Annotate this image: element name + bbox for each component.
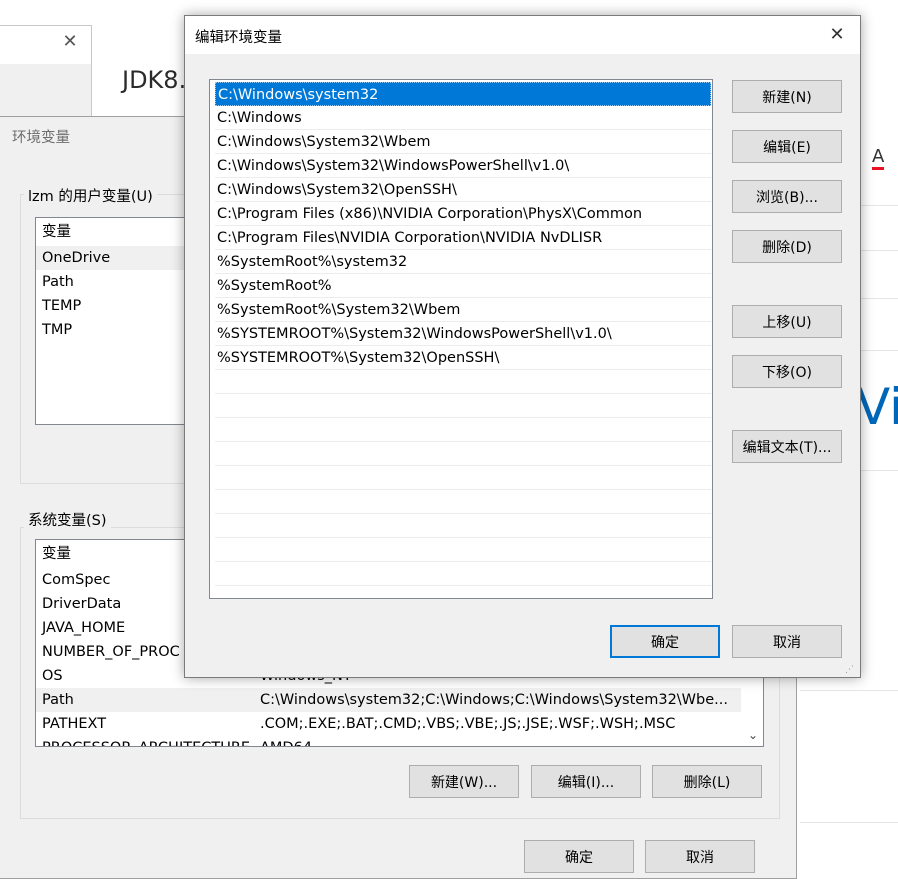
partial-dialog: ✕: [0, 25, 92, 126]
close-icon[interactable]: ✕: [825, 23, 849, 47]
title-bar: 编辑环境变量 ✕: [185, 16, 860, 54]
path-item[interactable]: %SYSTEMROOT%\System32\OpenSSH\: [215, 346, 711, 370]
move-up-button[interactable]: 上移(U): [732, 305, 842, 338]
table-row[interactable]: PATHEXT .COM;.EXE;.BAT;.CMD;.VBS;.VBE;.J…: [36, 712, 741, 736]
background-font-color-icon: A: [872, 147, 885, 170]
dialog-title: 环境变量: [12, 130, 70, 146]
table-row[interactable]: Path C:\Windows\system32;C:\Windows;C:\W…: [36, 688, 741, 712]
table-row[interactable]: TMP: [36, 318, 184, 342]
system-edit-button[interactable]: 编辑(I)...: [531, 765, 641, 798]
table-row[interactable]: OneDrive: [36, 246, 184, 270]
path-list[interactable]: C:\Windows\system32 C:\Windows C:\Windows\…: [209, 79, 713, 599]
user-vars-table[interactable]: 变量 OneDrive Path TEMP TMP: [35, 217, 185, 425]
resize-grip-icon[interactable]: ⋰: [845, 664, 857, 676]
path-item[interactable]: C:\Program Files (x86)\NVIDIA Corporatio…: [215, 202, 711, 226]
edit-path-button[interactable]: 编辑(E): [732, 130, 842, 163]
chevron-down-icon[interactable]: ⌄: [743, 726, 763, 746]
system-vars-label: 系统变量(S): [24, 509, 111, 530]
path-item[interactable]: C:\Windows\System32\OpenSSH\: [215, 178, 711, 202]
table-header[interactable]: 变量: [36, 220, 184, 244]
empty-path-slot[interactable]: [215, 466, 711, 490]
table-row[interactable]: Path: [36, 270, 184, 294]
path-item[interactable]: C:\Windows\system32: [215, 82, 711, 106]
background-title: JDK8.: [122, 66, 187, 94]
empty-path-slot[interactable]: [215, 514, 711, 538]
ok-button[interactable]: 确定: [610, 625, 720, 658]
path-item[interactable]: C:\Windows\System32\Wbem: [215, 130, 711, 154]
ok-button[interactable]: 确定: [524, 840, 634, 873]
edit-env-dialog: 编辑环境变量 ✕ C:\Windows\system32 C:\Windows C:…: [184, 15, 861, 678]
path-item[interactable]: C:\Program Files\NVIDIA Corporation\NVID…: [215, 226, 711, 250]
table-row[interactable]: PROCESSOR_ARCHITECTURE AMD64: [36, 736, 741, 746]
table-row[interactable]: TEMP: [36, 294, 184, 318]
path-item[interactable]: %SYSTEMROOT%\System32\WindowsPowerShell\…: [215, 322, 711, 346]
empty-path-slot[interactable]: [215, 538, 711, 562]
user-vars-label: lzm 的用户变量(U): [24, 185, 157, 206]
new-path-button[interactable]: 新建(N): [732, 80, 842, 113]
system-new-button[interactable]: 新建(W)...: [409, 765, 519, 798]
edit-text-button[interactable]: 编辑文本(T)...: [732, 430, 842, 463]
system-delete-button[interactable]: 删除(L): [652, 765, 762, 798]
dialog-title: 编辑环境变量: [195, 30, 282, 46]
empty-path-slot[interactable]: [215, 562, 711, 586]
path-item[interactable]: C:\Windows\System32\WindowsPowerShell\v1…: [215, 154, 711, 178]
move-down-button[interactable]: 下移(O): [732, 355, 842, 388]
path-item[interactable]: %SystemRoot%: [215, 274, 711, 298]
path-item[interactable]: %SystemRoot%\System32\Wbem: [215, 298, 711, 322]
empty-path-slot[interactable]: [215, 490, 711, 514]
browse-button[interactable]: 浏览(B)...: [732, 180, 842, 213]
delete-path-button[interactable]: 删除(D): [732, 230, 842, 263]
background-side-text: Vi: [856, 378, 898, 436]
cancel-button[interactable]: 取消: [645, 840, 755, 873]
cancel-button[interactable]: 取消: [732, 625, 842, 658]
path-item[interactable]: %SystemRoot%\system32: [215, 250, 711, 274]
empty-path-slot[interactable]: [215, 418, 711, 442]
empty-path-slot[interactable]: [215, 394, 711, 418]
close-icon[interactable]: ✕: [60, 32, 80, 52]
empty-path-slot[interactable]: [215, 442, 711, 466]
empty-path-slot[interactable]: [215, 370, 711, 394]
path-item[interactable]: C:\Windows: [215, 106, 711, 130]
